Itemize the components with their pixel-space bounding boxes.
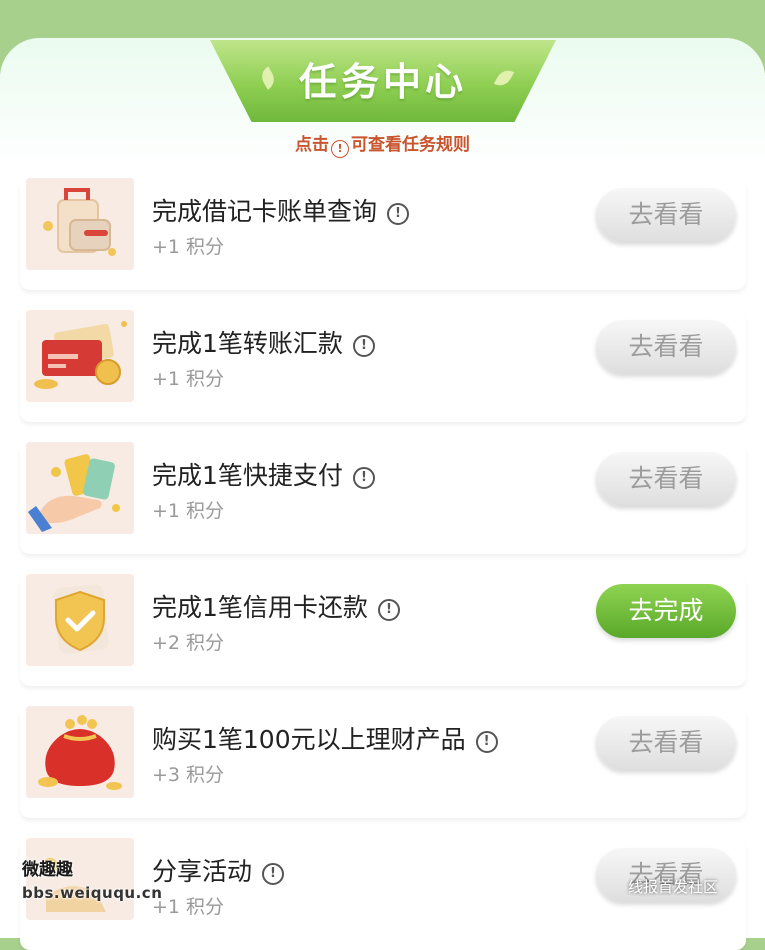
task-item-transfer: 完成1笔转账汇款! +1 积分 去看看 [20,310,746,422]
money-bag-icon [26,706,134,798]
task-item-wealth-product: 购买1笔100元以上理财产品! +3 积分 去看看 [20,706,746,818]
bank-card-transfer-icon [26,310,134,402]
task-points: +1 积分 [152,500,225,522]
watermark-line2: bbs.weiququ.cn [22,884,163,902]
info-icon: ! [331,140,349,158]
task-title: 完成1笔信用卡还款! [152,588,400,624]
shield-check-icon [26,574,134,666]
info-icon[interactable]: ! [475,731,498,753]
task-item-quick-pay: 完成1笔快捷支付! +1 积分 去看看 [20,442,746,554]
info-icon[interactable]: ! [387,203,410,225]
go-view-button[interactable]: 去看看 [596,188,736,242]
watermark-right: 线报首发社区 [628,878,719,896]
task-points: +1 积分 [152,236,225,258]
rules-hint: 点击! 可查看任务规则 [0,130,765,158]
go-complete-button[interactable]: 去完成 [596,584,736,638]
task-item-debit-bill: 完成借记卡账单查询! +1 积分 去看看 [20,178,746,290]
info-icon[interactable]: ! [352,335,375,357]
task-item-credit-repay: 完成1笔信用卡还款! +2 积分 去完成 [20,574,746,686]
task-points: +3 积分 [152,764,225,786]
watermark-line1: 微趣趣 [22,860,73,880]
hint-prefix: 点击 [295,135,329,155]
watermark-left: 微趣趣 bbs.weiququ.cn [22,855,162,902]
shopping-bag-wallet-icon [26,178,134,270]
task-title: 购买1笔100元以上理财产品! [152,720,498,756]
info-icon[interactable]: ! [352,467,375,489]
page-title: 任务中心 [298,59,467,104]
task-points: +1 积分 [152,368,225,390]
hand-with-cards-icon [26,442,134,534]
go-view-button[interactable]: 去看看 [596,320,736,374]
task-points: +1 积分 [152,896,225,918]
hint-suffix: 可查看任务规则 [351,135,470,155]
task-title: 完成1笔转账汇款! [152,324,375,360]
task-points: +2 积分 [152,632,225,654]
info-icon[interactable]: ! [262,863,285,885]
go-view-button[interactable]: 去看看 [596,452,736,506]
task-title: 完成1笔快捷支付! [152,456,375,492]
go-view-button[interactable]: 去看看 [596,716,736,770]
task-title: 完成借记卡账单查询! [152,192,410,228]
task-title: 分享活动! [152,852,285,888]
info-icon[interactable]: ! [377,599,400,621]
